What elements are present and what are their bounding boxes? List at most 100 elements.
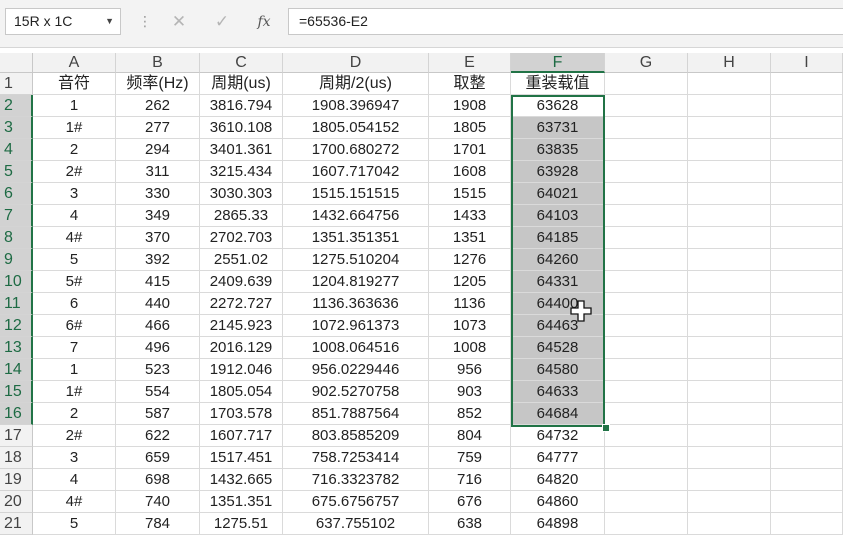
cell-i16[interactable]	[771, 403, 843, 425]
cell-a20[interactable]: 4#	[33, 491, 116, 513]
cell-c4[interactable]: 3401.361	[200, 139, 283, 161]
cell-e19[interactable]: 716	[429, 469, 511, 491]
cell-h12[interactable]	[688, 315, 771, 337]
cell-d14[interactable]: 956.0229446	[283, 359, 429, 381]
cell-a16[interactable]: 2	[33, 403, 116, 425]
column-header-c[interactable]: C	[200, 53, 283, 73]
cell-h9[interactable]	[688, 249, 771, 271]
cell-h11[interactable]	[688, 293, 771, 315]
cell-g12[interactable]	[605, 315, 688, 337]
cell-e11[interactable]: 1136	[429, 293, 511, 315]
cell-b13[interactable]: 496	[116, 337, 200, 359]
cell-e14[interactable]: 956	[429, 359, 511, 381]
cell-g21[interactable]	[605, 513, 688, 535]
cell-h10[interactable]	[688, 271, 771, 293]
cell-e2[interactable]: 1908	[429, 95, 511, 117]
cell-a14[interactable]: 1	[33, 359, 116, 381]
cell-e15[interactable]: 903	[429, 381, 511, 403]
cell-h4[interactable]	[688, 139, 771, 161]
cell-e20[interactable]: 676	[429, 491, 511, 513]
cell-h20[interactable]	[688, 491, 771, 513]
cell-i20[interactable]	[771, 491, 843, 513]
cell-h14[interactable]	[688, 359, 771, 381]
cell-b19[interactable]: 698	[116, 469, 200, 491]
cell-d11[interactable]: 1136.363636	[283, 293, 429, 315]
cell-e17[interactable]: 804	[429, 425, 511, 447]
cell-b18[interactable]: 659	[116, 447, 200, 469]
cell-i18[interactable]	[771, 447, 843, 469]
cell-a5[interactable]: 2#	[33, 161, 116, 183]
cell-d8[interactable]: 1351.351351	[283, 227, 429, 249]
cell-i14[interactable]	[771, 359, 843, 381]
cell-b17[interactable]: 622	[116, 425, 200, 447]
cell-b7[interactable]: 349	[116, 205, 200, 227]
cell-i3[interactable]	[771, 117, 843, 139]
cell-b2[interactable]: 262	[116, 95, 200, 117]
cell-b21[interactable]: 784	[116, 513, 200, 535]
name-box[interactable]: 15R x 1C ▼	[5, 8, 121, 35]
cell-c5[interactable]: 3215.434	[200, 161, 283, 183]
cell-f2[interactable]: 63628	[511, 95, 605, 117]
cell-i6[interactable]	[771, 183, 843, 205]
cell-c14[interactable]: 1912.046	[200, 359, 283, 381]
enter-icon[interactable]: ✓	[210, 10, 234, 34]
cell-c18[interactable]: 1517.451	[200, 447, 283, 469]
cell-i12[interactable]	[771, 315, 843, 337]
cell-b10[interactable]: 415	[116, 271, 200, 293]
cell-g13[interactable]	[605, 337, 688, 359]
cell-b3[interactable]: 277	[116, 117, 200, 139]
row-header-9[interactable]: 9	[0, 249, 33, 271]
cell-b1[interactable]: 频率(Hz)	[116, 73, 200, 95]
cell-d7[interactable]: 1432.664756	[283, 205, 429, 227]
cell-b16[interactable]: 587	[116, 403, 200, 425]
cell-f10[interactable]: 64331	[511, 271, 605, 293]
cell-g16[interactable]	[605, 403, 688, 425]
row-header-5[interactable]: 5	[0, 161, 33, 183]
cell-f4[interactable]: 63835	[511, 139, 605, 161]
cell-g11[interactable]	[605, 293, 688, 315]
cell-d4[interactable]: 1700.680272	[283, 139, 429, 161]
cell-f9[interactable]: 64260	[511, 249, 605, 271]
row-header-6[interactable]: 6	[0, 183, 33, 205]
cell-f8[interactable]: 64185	[511, 227, 605, 249]
cell-a1[interactable]: 音符	[33, 73, 116, 95]
cell-b20[interactable]: 740	[116, 491, 200, 513]
cell-a11[interactable]: 6	[33, 293, 116, 315]
cell-i13[interactable]	[771, 337, 843, 359]
column-header-b[interactable]: B	[116, 53, 200, 73]
cell-g19[interactable]	[605, 469, 688, 491]
cell-i21[interactable]	[771, 513, 843, 535]
cell-d18[interactable]: 758.7253414	[283, 447, 429, 469]
cell-f7[interactable]: 64103	[511, 205, 605, 227]
fill-handle[interactable]	[602, 424, 610, 432]
cell-h7[interactable]	[688, 205, 771, 227]
cell-e8[interactable]: 1351	[429, 227, 511, 249]
cell-h21[interactable]	[688, 513, 771, 535]
row-header-3[interactable]: 3	[0, 117, 33, 139]
cell-e7[interactable]: 1433	[429, 205, 511, 227]
cell-h13[interactable]	[688, 337, 771, 359]
column-header-h[interactable]: H	[688, 53, 771, 73]
row-header-1[interactable]: 1	[0, 73, 33, 95]
cell-a3[interactable]: 1#	[33, 117, 116, 139]
cell-h16[interactable]	[688, 403, 771, 425]
cell-e21[interactable]: 638	[429, 513, 511, 535]
row-header-12[interactable]: 12	[0, 315, 33, 337]
cell-d17[interactable]: 803.8585209	[283, 425, 429, 447]
cell-c8[interactable]: 2702.703	[200, 227, 283, 249]
row-header-7[interactable]: 7	[0, 205, 33, 227]
cell-f18[interactable]: 64777	[511, 447, 605, 469]
more-options-icon[interactable]: ⋮	[138, 13, 152, 30]
row-header-21[interactable]: 21	[0, 513, 33, 535]
cell-g2[interactable]	[605, 95, 688, 117]
select-all-corner[interactable]	[0, 53, 33, 73]
cell-d16[interactable]: 851.7887564	[283, 403, 429, 425]
cell-a21[interactable]: 5	[33, 513, 116, 535]
cell-i4[interactable]	[771, 139, 843, 161]
column-header-i[interactable]: I	[771, 53, 843, 73]
cell-g5[interactable]	[605, 161, 688, 183]
cell-a19[interactable]: 4	[33, 469, 116, 491]
row-header-20[interactable]: 20	[0, 491, 33, 513]
column-header-a[interactable]: A	[33, 53, 116, 73]
column-header-d[interactable]: D	[283, 53, 429, 73]
